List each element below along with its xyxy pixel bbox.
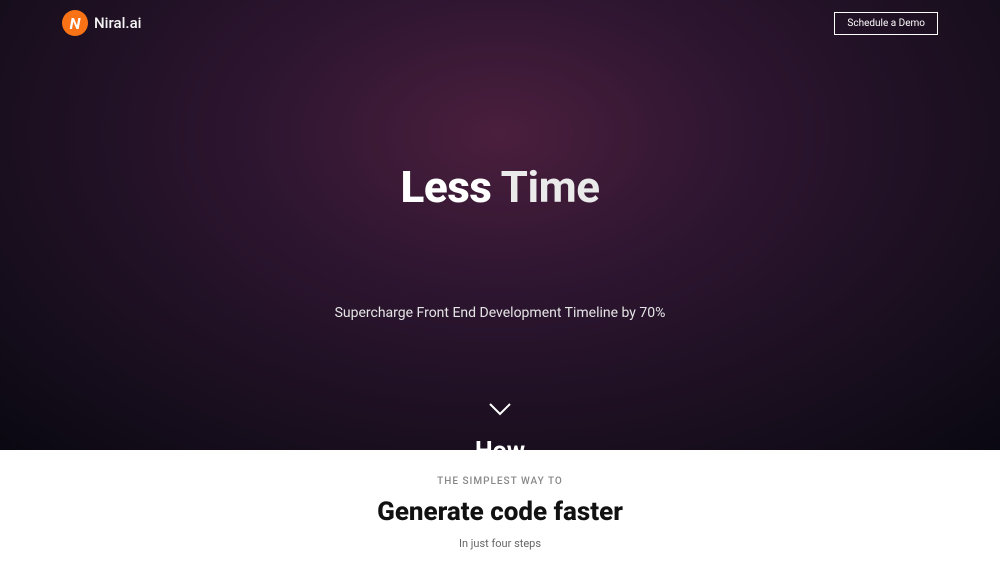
- how-heading: How: [0, 437, 1000, 466]
- logo-letter: N: [70, 14, 81, 33]
- schedule-demo-button[interactable]: Schedule a Demo: [834, 12, 938, 35]
- hero-content: Less Time Supercharge Front End Developm…: [0, 46, 1000, 466]
- section-subtitle: In just four steps: [0, 537, 1000, 550]
- hero-section: N Niral.ai Schedule a Demo Less Time Sup…: [0, 0, 1000, 450]
- logo-text: Niral.ai: [94, 14, 142, 32]
- section-eyebrow: THE SIMPLEST WAY TO: [0, 476, 1000, 487]
- header: N Niral.ai Schedule a Demo: [0, 0, 1000, 46]
- hero-title-part1: Less: [401, 161, 492, 213]
- chevron-down-icon[interactable]: [488, 401, 512, 415]
- chevron-wrap: [0, 401, 1000, 415]
- hero-title-part2: Time: [491, 161, 599, 213]
- hero-subtitle: Supercharge Front End Development Timeli…: [0, 305, 1000, 321]
- section-title: Generate code faster: [0, 497, 1000, 527]
- logo-icon: N: [62, 10, 88, 36]
- hero-title: Less Time: [0, 161, 1000, 213]
- logo[interactable]: N Niral.ai: [62, 10, 142, 36]
